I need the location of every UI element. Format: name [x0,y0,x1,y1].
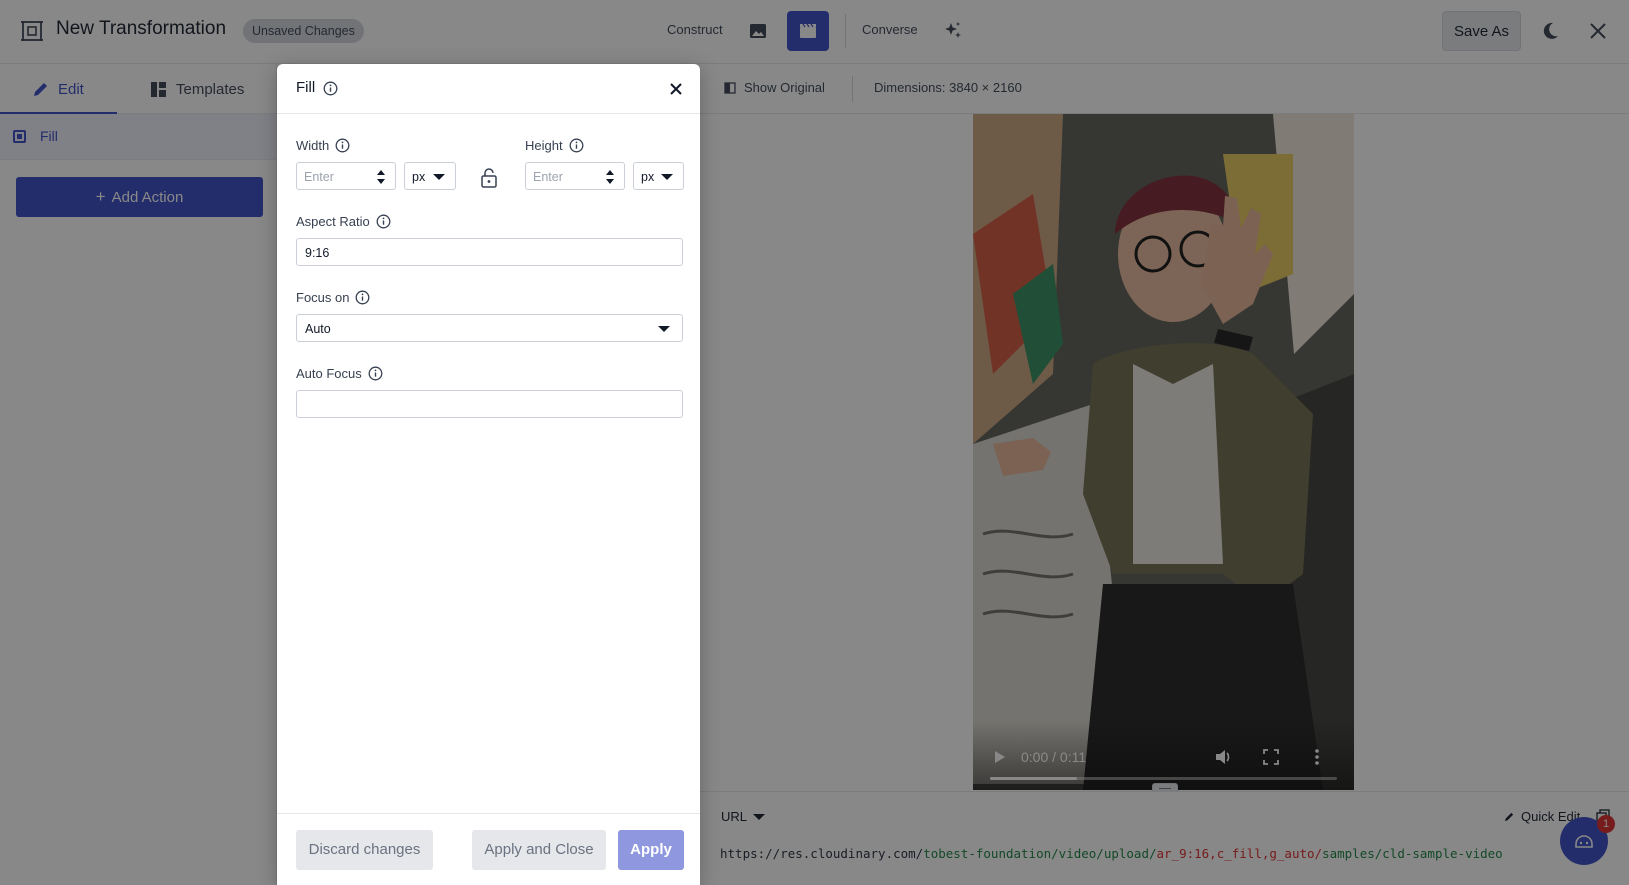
width-label: Width [296,138,350,153]
height-placeholder: Enter [533,170,563,184]
dialog-header: Fill [277,64,700,114]
height-label: Height [525,138,584,153]
aspect-ratio-label-text: Aspect Ratio [296,214,370,229]
width-placeholder: Enter [304,170,334,184]
stepper-icon[interactable] [606,170,614,184]
width-unit-value: px [412,170,426,184]
chevron-down-icon [433,174,445,180]
chevron-down-icon [658,326,670,332]
discard-changes-button[interactable]: Discard changes [296,830,433,870]
auto-focus-input[interactable] [296,390,683,418]
info-icon[interactable] [569,138,584,153]
dialog-title: Fill [296,79,316,96]
chevron-down-icon [661,174,673,180]
focus-on-select[interactable]: Auto [296,314,683,342]
focus-on-label-text: Focus on [296,290,350,305]
aspect-ratio-label: Aspect Ratio [296,214,391,229]
aspect-ratio-input[interactable]: 9:16 [296,238,683,266]
focus-on-value: Auto [305,322,331,336]
close-dialog-icon[interactable] [668,81,684,97]
info-icon[interactable] [368,366,383,381]
auto-focus-label: Auto Focus [296,366,383,381]
dialog-footer: Discard changes Apply and Close Apply [277,813,700,885]
apply-button[interactable]: Apply [618,830,684,870]
auto-focus-label-text: Auto Focus [296,366,362,381]
info-icon[interactable] [376,214,391,229]
width-label-text: Width [296,138,330,153]
width-unit-select[interactable]: px [404,162,456,190]
height-unit-value: px [641,170,655,184]
modal-backdrop[interactable] [0,0,1629,885]
height-label-text: Height [525,138,563,153]
height-input[interactable]: Enter [525,162,625,190]
aspect-ratio-value: 9:16 [305,246,330,260]
height-unit-select[interactable]: px [633,162,684,190]
info-icon[interactable] [355,290,370,305]
focus-on-label: Focus on [296,290,370,305]
info-icon[interactable] [335,138,350,153]
fill-action-dialog: Fill Width Enter px Height Enter px Aspe… [277,64,700,885]
stepper-icon[interactable] [377,170,385,184]
lock-icon[interactable] [480,168,498,188]
apply-and-close-button[interactable]: Apply and Close [472,830,606,870]
width-input[interactable]: Enter [296,162,396,190]
info-icon[interactable] [323,81,338,96]
